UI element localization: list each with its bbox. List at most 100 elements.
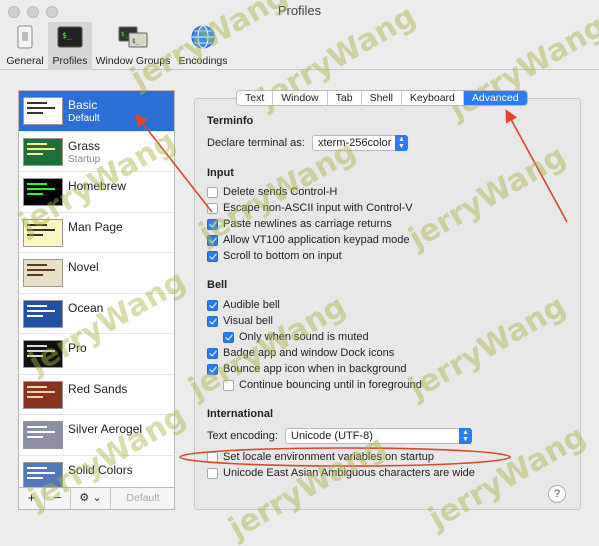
profile-thumbnail <box>23 97 63 125</box>
checkbox-scroll-to-bottom[interactable]: Scroll to bottom on input <box>207 250 342 263</box>
checkbox-box[interactable] <box>207 300 218 311</box>
toolbar-profiles[interactable]: $_ Profiles <box>48 22 92 70</box>
profile-name: Ocean <box>68 300 104 315</box>
checkbox-audible-bell[interactable]: Audible bell <box>207 299 280 312</box>
checkbox-box[interactable] <box>207 251 218 262</box>
checkbox-label: Allow VT100 application keypad mode <box>223 234 410 246</box>
profile-subtitle: Startup <box>68 153 101 165</box>
profile-item-silver-aerogel[interactable]: Silver Aerogel <box>19 415 174 456</box>
toolbar-general-label: General <box>6 55 44 67</box>
checkbox-box[interactable] <box>207 219 218 230</box>
checkbox-box[interactable] <box>207 364 218 375</box>
checkbox-only-when-muted[interactable]: Only when sound is muted <box>223 331 369 344</box>
checkbox-label: Scroll to bottom on input <box>223 250 342 262</box>
checkbox-east-asian-wide[interactable]: Unicode East Asian Ambiguous characters … <box>207 467 475 480</box>
zoom-window-button[interactable] <box>46 6 58 18</box>
checkbox-box[interactable] <box>223 332 234 343</box>
checkbox-set-locale-env[interactable]: Set locale environment variables on star… <box>207 451 434 464</box>
preferences-toolbar: General $_ Profiles $_ $_ Window Groups E… <box>0 22 599 70</box>
tab-advanced[interactable]: Advanced <box>463 91 527 105</box>
tab-text[interactable]: Text <box>237 91 274 105</box>
profile-thumbnail <box>23 299 63 328</box>
bell-heading: Bell <box>207 279 228 291</box>
window-groups-icon: $_$_ <box>118 26 148 48</box>
profile-thumbnail <box>23 461 63 487</box>
toolbar-general[interactable]: General <box>4 22 46 70</box>
profile-thumbnail <box>23 380 63 409</box>
checkbox-box[interactable] <box>223 380 234 391</box>
checkbox-label: Audible bell <box>223 299 280 311</box>
settings-tabs: Text Window Tab Shell Keyboard Advanced <box>236 90 528 106</box>
remove-profile-button[interactable]: − <box>45 488 71 509</box>
profile-subtitle: Default <box>68 113 100 124</box>
toolbar-window-groups[interactable]: $_ $_ Window Groups <box>94 22 172 70</box>
terminal-icon: $_ <box>57 26 83 48</box>
add-profile-button[interactable]: + <box>19 488 45 509</box>
terminfo-heading: Terminfo <box>207 115 254 127</box>
text-encoding-select[interactable]: Unicode (UTF-8) ▲ ▼ <box>285 428 472 444</box>
checkbox-continue-bouncing[interactable]: Continue bouncing until in foreground <box>223 379 422 392</box>
profile-name: Man Page <box>68 219 123 234</box>
profile-item-basic[interactable]: Basic Default <box>19 91 174 132</box>
svg-text:$_: $_ <box>121 31 129 38</box>
profile-name: Novel <box>68 260 99 274</box>
tab-keyboard[interactable]: Keyboard <box>402 91 464 105</box>
checkbox-label: Visual bell <box>223 315 273 327</box>
checkbox-label: Unicode East Asian Ambiguous characters … <box>223 467 475 479</box>
checkbox-box[interactable] <box>207 316 218 327</box>
chevron-updown-icon: ▲ ▼ <box>395 135 408 151</box>
profiles-list-footer: + − ⚙︎ ⌄ Default <box>18 488 175 510</box>
text-encoding-label: Text encoding: <box>207 430 278 442</box>
checkbox-box[interactable] <box>207 187 218 198</box>
profile-name: Silver Aerogel <box>68 422 143 436</box>
toolbar-encodings-label: Encodings <box>178 55 228 67</box>
profile-item-man-page[interactable]: Man Page <box>19 213 174 253</box>
tab-shell[interactable]: Shell <box>362 91 402 105</box>
profile-name: Red Sands <box>68 381 128 396</box>
checkbox-box[interactable] <box>207 452 218 463</box>
input-heading: Input <box>207 167 234 179</box>
profile-name: Pro <box>68 341 87 355</box>
profile-item-grass[interactable]: Grass Startup <box>19 132 174 172</box>
checkbox-escape-non-ascii[interactable]: Escape non-ASCII input with Control-V <box>207 202 413 215</box>
default-profile-button[interactable]: Default <box>111 488 175 509</box>
checkbox-badge-dock-icons[interactable]: Badge app and window Dock icons <box>207 347 394 360</box>
close-window-button[interactable] <box>8 6 20 18</box>
profile-item-homebrew[interactable]: Homebrew <box>19 172 174 213</box>
tab-window[interactable]: Window <box>273 91 328 105</box>
profile-thumbnail <box>23 259 63 287</box>
checkbox-box[interactable] <box>207 468 218 479</box>
svg-text:$_: $_ <box>132 38 140 45</box>
declare-terminal-label: Declare terminal as: <box>207 137 305 149</box>
title-bar: Profiles <box>0 0 599 22</box>
declare-terminal-select[interactable]: xterm-256color ▲ ▼ <box>312 135 408 151</box>
checkbox-visual-bell[interactable]: Visual bell <box>207 315 273 328</box>
checkbox-delete-sends-control-h[interactable]: Delete sends Control-H <box>207 186 337 199</box>
profile-item-red-sands[interactable]: Red Sands <box>19 375 174 415</box>
checkbox-label: Delete sends Control-H <box>223 186 338 198</box>
toolbar-encodings[interactable]: Encodings <box>176 22 230 70</box>
profile-thumbnail <box>23 340 63 368</box>
toolbar-profiles-label: Profiles <box>52 55 88 67</box>
checkbox-box[interactable] <box>207 348 218 359</box>
checkbox-label: Only when sound is muted <box>239 331 369 343</box>
profile-item-solid-colors[interactable]: Solid Colors <box>19 456 174 487</box>
checkbox-label: Escape non-ASCII input with Control-V <box>223 202 413 214</box>
profile-item-ocean[interactable]: Ocean <box>19 294 174 334</box>
profile-name: Solid Colors <box>68 462 133 477</box>
checkbox-label: Badge app and window Dock icons <box>223 347 395 359</box>
tab-tab[interactable]: Tab <box>328 91 362 105</box>
profile-item-pro[interactable]: Pro <box>19 334 174 375</box>
checkbox-bounce-app-icon[interactable]: Bounce app icon when in background <box>207 363 406 376</box>
profile-item-novel[interactable]: Novel <box>19 253 174 294</box>
checkbox-box[interactable] <box>207 235 218 246</box>
minimize-window-button[interactable] <box>27 6 39 18</box>
declare-terminal-value: xterm-256color <box>318 137 392 149</box>
svg-text:$_: $_ <box>62 31 72 40</box>
international-heading: International <box>207 408 274 420</box>
checkbox-paste-newlines[interactable]: Paste newlines as carriage returns <box>207 218 392 231</box>
help-button[interactable]: ? <box>548 485 566 503</box>
checkbox-vt100-keypad[interactable]: Allow VT100 application keypad mode <box>207 234 410 247</box>
gear-menu-button[interactable]: ⚙︎ ⌄ <box>71 488 111 509</box>
checkbox-box[interactable] <box>207 203 218 214</box>
